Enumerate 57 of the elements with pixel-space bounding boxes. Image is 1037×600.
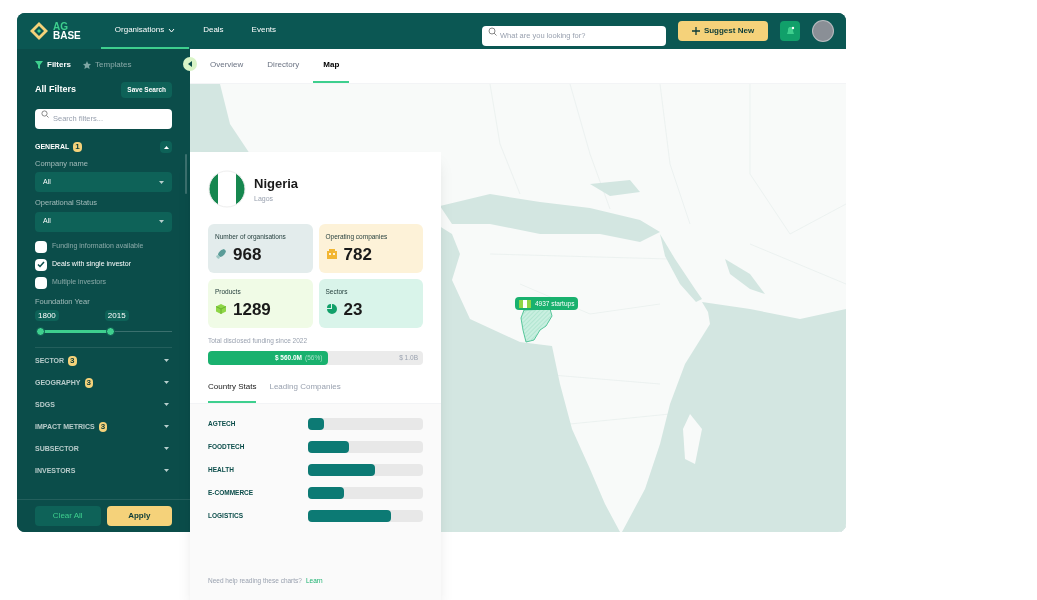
flag-icon bbox=[519, 299, 531, 308]
count-badge: 3 bbox=[98, 421, 108, 432]
search-icon bbox=[41, 110, 49, 118]
apply-button[interactable]: Apply bbox=[106, 506, 172, 526]
count-badge: 3 bbox=[84, 377, 93, 388]
caret-down-icon bbox=[163, 447, 169, 451]
checkmark-icon bbox=[37, 261, 45, 268]
sidebar-tab[interactable]: Filters bbox=[35, 58, 71, 71]
suggest-button[interactable]: Suggest New bbox=[678, 21, 768, 41]
filter-icon bbox=[35, 60, 43, 69]
checkbox[interactable] bbox=[35, 240, 47, 253]
collapse-sidebar-button[interactable] bbox=[183, 57, 197, 71]
count-badge: 1 bbox=[73, 142, 82, 152]
checkbox[interactable] bbox=[35, 258, 47, 271]
slider-value: 1800 bbox=[35, 309, 59, 321]
stat-value: 968 bbox=[233, 245, 262, 263]
caret-down-icon bbox=[163, 403, 169, 407]
caret-down-icon bbox=[163, 469, 169, 473]
checkbox[interactable] bbox=[35, 276, 47, 289]
highlighted-country-shape bbox=[520, 308, 554, 344]
slider-value: 2015 bbox=[104, 309, 129, 321]
stat-value: 782 bbox=[343, 245, 372, 263]
star-icon bbox=[83, 60, 91, 69]
search-icon bbox=[488, 26, 497, 36]
cube-icon bbox=[215, 303, 227, 316]
sidebar-tab[interactable]: Templates bbox=[83, 58, 132, 71]
count-badge: 3 bbox=[68, 355, 77, 366]
bell-icon bbox=[785, 26, 795, 36]
user-avatar[interactable] bbox=[812, 20, 834, 42]
slider-handle[interactable] bbox=[36, 326, 45, 336]
scrollbar bbox=[185, 154, 187, 194]
stat-value: 23 bbox=[343, 300, 363, 318]
caret-down-icon bbox=[159, 180, 164, 184]
flag-icon bbox=[208, 170, 246, 208]
section-toggle[interactable] bbox=[160, 141, 172, 153]
caret-down-icon bbox=[163, 381, 169, 385]
caret-down-icon bbox=[163, 425, 169, 429]
rocket-icon bbox=[215, 248, 227, 261]
nav-tab[interactable]: Events bbox=[237, 13, 291, 49]
building-icon bbox=[325, 248, 338, 261]
notifications-button[interactable] bbox=[780, 21, 800, 41]
slider-handle[interactable] bbox=[106, 326, 116, 336]
filters-title: All Filters bbox=[35, 83, 76, 97]
view-tab[interactable]: Directory bbox=[257, 49, 310, 83]
caret-left-icon bbox=[188, 61, 192, 67]
logo-text: AG BASE bbox=[53, 22, 81, 40]
clear-all-button[interactable]: Clear All bbox=[35, 506, 101, 526]
plus-icon bbox=[691, 27, 700, 35]
caret-up-icon bbox=[163, 145, 169, 149]
nav-tab[interactable]: Deals bbox=[189, 13, 238, 49]
country-name: Nigeria bbox=[254, 175, 299, 193]
pie-chart-icon bbox=[325, 303, 338, 316]
view-tab[interactable]: Overview bbox=[200, 49, 254, 83]
logo-icon bbox=[29, 21, 49, 41]
stat-value: 1289 bbox=[233, 300, 271, 318]
caret-down-icon bbox=[159, 220, 164, 223]
caret-down-icon bbox=[163, 359, 169, 363]
